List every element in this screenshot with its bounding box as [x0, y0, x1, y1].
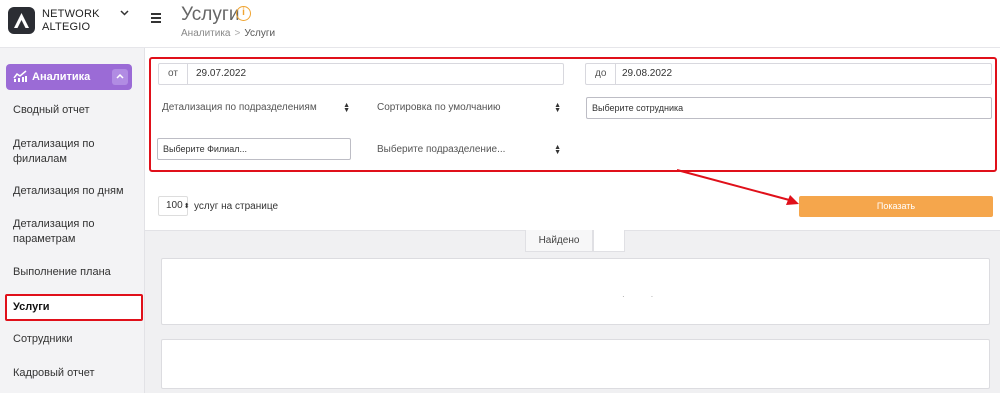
employee-field[interactable]: Выберите сотрудника [586, 97, 992, 119]
division-select-value: Выберите подразделение... [377, 144, 506, 155]
select-arrows-icon: ▲ ▼ [554, 102, 561, 114]
select-arrows-icon: ▲ ▼ [554, 144, 561, 156]
sidebar-item-summary[interactable]: Сводный отчет [13, 103, 138, 118]
date-to-value: 29.08.2022 [622, 68, 673, 79]
breadcrumb-analytics[interactable]: Аналитика [181, 28, 231, 39]
loading-dots: ·· [622, 292, 680, 301]
altegio-logo [8, 7, 35, 34]
info-icon[interactable]: i [236, 6, 251, 21]
sidebar-item-plan[interactable]: Выполнение плана [13, 265, 138, 280]
found-label: Найдено [525, 230, 593, 252]
sidebar-section-analytics[interactable]: Аналитика [6, 64, 132, 90]
sidebar-section-label: Аналитика [32, 71, 91, 83]
sidebar-item-branches[interactable]: Детализация по филиалам [13, 137, 138, 167]
select-arrows-icon: ⬍ [183, 203, 190, 210]
brand-line2: ALTEGIO [42, 21, 91, 33]
breadcrumb-current: Услуги [244, 28, 276, 39]
page-title: Услуги [181, 4, 240, 25]
branch-field[interactable]: Выберите Филиал... [157, 138, 351, 160]
detail-select[interactable]: Детализация по подразделениям ▲ ▼ [162, 97, 352, 119]
annotation-arrow-icon [676, 169, 799, 205]
results-panel-secondary [161, 339, 990, 389]
breadcrumb-separator: > [234, 28, 241, 39]
sidebar: NETWORK ALTEGIO Аналитика Сводный отчет … [0, 0, 145, 393]
page-header: Услуги i Аналитика > Услуги [145, 0, 1000, 48]
select-arrows-icon: ▲ ▼ [343, 102, 350, 114]
menu-icon[interactable] [151, 13, 161, 25]
sidebar-item-hr-report[interactable]: Кадровый отчет [13, 366, 138, 381]
date-from-value: 29.07.2022 [196, 68, 247, 79]
results-panel: ·· [161, 258, 990, 325]
sidebar-item-services-highlight[interactable]: Услуги [5, 294, 143, 321]
sort-select[interactable]: Сортировка по умолчанию ▲ ▼ [377, 97, 563, 119]
sidebar-item-employees[interactable]: Сотрудники [13, 332, 138, 347]
chevron-down-icon[interactable] [120, 8, 129, 19]
show-button[interactable]: Показать [799, 196, 993, 217]
detail-select-value: Детализация по подразделениям [162, 102, 317, 113]
brand-header[interactable]: NETWORK ALTEGIO [0, 0, 145, 48]
sidebar-item-days[interactable]: Детализация по дням [13, 184, 138, 199]
sort-select-value: Сортировка по умолчанию [377, 102, 501, 113]
per-page-value: 100 [166, 200, 183, 211]
per-page-select[interactable]: 100⬍ [158, 196, 190, 216]
chevron-up-icon[interactable] [112, 69, 128, 85]
chart-icon [13, 70, 28, 85]
date-from-label: от [159, 64, 188, 84]
breadcrumb: Аналитика > Услуги [181, 28, 275, 39]
division-select[interactable]: Выберите подразделение... ▲ ▼ [377, 139, 563, 161]
found-count [593, 230, 625, 252]
sidebar-item-services[interactable]: Услуги [13, 300, 138, 315]
brand-line1: NETWORK [42, 8, 100, 20]
date-to-label: до [586, 64, 617, 84]
brand-name: NETWORK ALTEGIO [42, 8, 100, 34]
sidebar-item-parameters[interactable]: Детализация по параметрам [13, 217, 138, 247]
date-from-field[interactable]: от 29.07.2022 [158, 63, 564, 85]
per-page-label: услуг на странице [194, 201, 278, 212]
date-to-field[interactable]: до 29.08.2022 [585, 63, 992, 85]
